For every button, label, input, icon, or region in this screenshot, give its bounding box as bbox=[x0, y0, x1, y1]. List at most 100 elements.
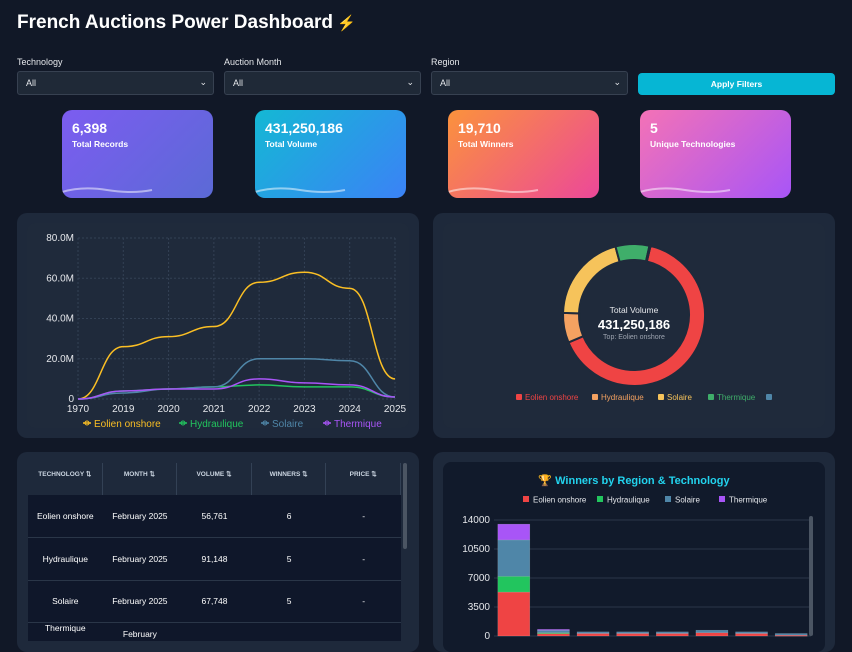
table-row: Eolien onshore February 2025 56,761 6 - bbox=[28, 495, 401, 538]
legend-label: Thermique bbox=[334, 419, 382, 430]
legend-label: Thermique bbox=[729, 496, 768, 505]
bar-segment bbox=[616, 633, 649, 637]
donut-slice-2 bbox=[562, 245, 621, 315]
legend-swatch bbox=[592, 394, 598, 400]
bar-segment bbox=[497, 523, 531, 541]
table-scrollbar[interactable] bbox=[403, 463, 407, 549]
bar-segment bbox=[656, 633, 689, 637]
wave-decoration bbox=[62, 187, 153, 193]
x-tick-label: 2024 bbox=[339, 404, 362, 415]
apply-filters-button[interactable]: Apply Filters bbox=[638, 73, 835, 95]
bar-segment bbox=[735, 631, 768, 634]
legend-label: Eolien onshore bbox=[533, 496, 587, 505]
bar-segment bbox=[656, 631, 689, 634]
y-tick-label: 80.0M bbox=[46, 233, 74, 244]
cell-volume: 67,748 bbox=[201, 596, 228, 606]
region-select[interactable]: All ⌄ bbox=[431, 71, 628, 95]
series-line-2 bbox=[77, 358, 396, 400]
kpi-label: Total Records bbox=[72, 139, 129, 149]
technology-select-value: All bbox=[26, 78, 37, 88]
column-header-volume[interactable]: VOLUME ⇅ bbox=[177, 463, 252, 495]
donut-center: Total Volume 431,250,186 Top: Eolien ons… bbox=[573, 305, 695, 341]
cell-price: - bbox=[362, 554, 366, 564]
legend-label: Hydraulique bbox=[601, 393, 644, 402]
cell-volume: 56,761 bbox=[201, 511, 228, 521]
y-tick-label: 10500 bbox=[462, 544, 490, 555]
bar-segment bbox=[576, 631, 610, 634]
table-row: Thermique February bbox=[28, 623, 401, 641]
column-header-month[interactable]: MONTH ⇅ bbox=[103, 463, 178, 495]
legend-label: Solaire bbox=[667, 393, 692, 402]
column-header-price[interactable]: PRICE ⇅ bbox=[326, 463, 401, 495]
bar-segment bbox=[497, 576, 531, 593]
cell-price: - bbox=[362, 596, 366, 606]
bar-segment bbox=[695, 629, 729, 633]
legend-label: Eolien onshore bbox=[94, 419, 161, 430]
x-tick-label: 2019 bbox=[112, 404, 135, 415]
bar-segment bbox=[735, 633, 768, 637]
bar-segment bbox=[695, 632, 729, 637]
legend-label: Solaire bbox=[272, 419, 304, 430]
wave-decoration bbox=[448, 187, 539, 193]
volume-line-chart: 020.0M40.0M60.0M80.0M1970 2019 2020 2021 202… bbox=[46, 233, 407, 430]
column-header-winners[interactable]: WINNERS ⇅ bbox=[252, 463, 327, 495]
series-line-0 bbox=[77, 271, 396, 400]
cell-month: February bbox=[122, 629, 157, 639]
y-tick-label: 60.0M bbox=[46, 273, 74, 284]
cell-technology: Eolien onshore bbox=[36, 511, 94, 521]
bar-segment bbox=[497, 591, 531, 637]
bar-segment bbox=[616, 631, 649, 634]
auction-month-filter-label: Auction Month bbox=[224, 57, 282, 67]
chevron-down-icon: ⌄ bbox=[199, 77, 207, 87]
x-tick-label: 1970 bbox=[67, 404, 90, 415]
series-line-1 bbox=[77, 384, 396, 400]
legend-label: Solaire bbox=[675, 496, 700, 505]
x-tick-label: 2025 bbox=[384, 404, 407, 415]
legend-swatch bbox=[708, 394, 714, 400]
kpi-total-winners: 19,710 Total Winners bbox=[448, 110, 599, 198]
legend-label: Eolien onshore bbox=[525, 393, 579, 402]
legend-swatch bbox=[597, 496, 603, 502]
kpi-label: Total Volume bbox=[265, 139, 318, 149]
wave-decoration bbox=[640, 187, 731, 193]
y-tick-label: 3500 bbox=[468, 602, 491, 613]
lightning-icon: ⚡ bbox=[337, 15, 356, 32]
y-tick-label: 0 bbox=[484, 631, 490, 641]
table-row: Hydraulique February 2025 91,148 5 - bbox=[28, 538, 401, 581]
cell-technology: Hydraulique bbox=[42, 554, 88, 564]
chevron-down-icon: ⌄ bbox=[613, 77, 621, 87]
column-header-technology[interactable]: TECHNOLOGY ⇅ bbox=[28, 463, 103, 495]
winners-bar-chart: Eolien onshore Hydraulique Solaire Thermiqu… bbox=[462, 496, 813, 641]
cell-month: February 2025 bbox=[112, 511, 168, 521]
technology-filter-label: Technology bbox=[17, 57, 63, 67]
bar-segment bbox=[497, 539, 531, 577]
y-tick-label: 14000 bbox=[462, 515, 490, 526]
kpi-value: 19,710 bbox=[458, 120, 501, 136]
legend-swatch bbox=[766, 394, 772, 400]
auction-month-select[interactable]: All ⌄ bbox=[224, 71, 421, 95]
kpi-total-volume: 431,250,186 Total Volume bbox=[255, 110, 406, 198]
legend-label: Thermique bbox=[717, 393, 756, 402]
y-tick-label: 40.0M bbox=[46, 314, 74, 325]
donut-value: 431,250,186 bbox=[597, 317, 671, 332]
cell-winners: 5 bbox=[286, 554, 292, 564]
legend-label: Hydraulique bbox=[607, 496, 650, 505]
y-tick-label: 20.0M bbox=[46, 354, 74, 365]
cell-winners: 6 bbox=[286, 511, 292, 521]
cell-technology: Solaire bbox=[52, 596, 79, 606]
region-select-value: All bbox=[440, 78, 451, 88]
chart-scrollbar bbox=[809, 516, 813, 636]
donut-title: Total Volume bbox=[609, 305, 659, 315]
bar-segment bbox=[576, 633, 610, 637]
donut-subtitle: Top: Eolien onshore bbox=[603, 334, 665, 341]
technology-select[interactable]: All ⌄ bbox=[17, 71, 214, 95]
cell-winners: 5 bbox=[286, 596, 292, 606]
kpi-unique-technologies: 5 Unique Technologies bbox=[640, 110, 791, 198]
bar-segment bbox=[774, 633, 808, 636]
series-line-3 bbox=[77, 378, 396, 400]
cell-volume: 91,148 bbox=[201, 554, 228, 564]
kpi-label: Unique Technologies bbox=[650, 139, 736, 149]
x-tick-label: 2022 bbox=[248, 404, 271, 415]
kpi-value: 6,398 bbox=[72, 120, 108, 136]
kpi-value: 5 bbox=[650, 120, 658, 136]
